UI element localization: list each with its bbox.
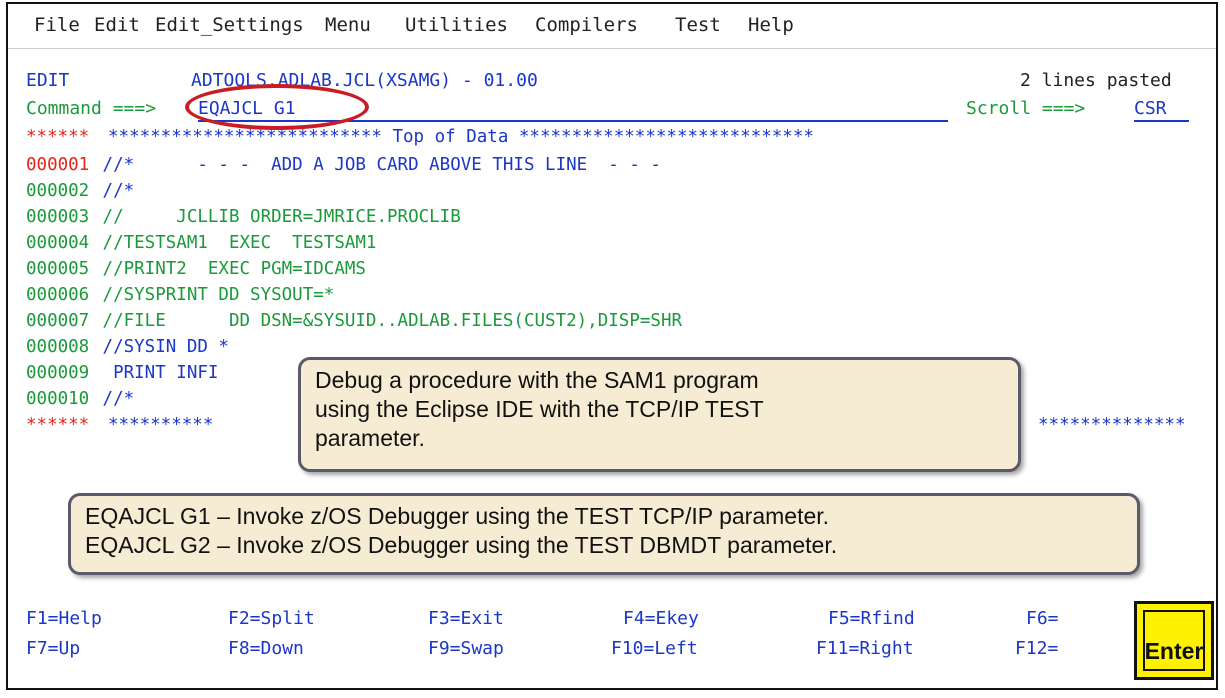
callout-debug-procedure: Debug a procedure with the SAM1 program … bbox=[298, 357, 1021, 472]
menu-menu[interactable]: Menu bbox=[325, 14, 371, 36]
menu-edit-settings[interactable]: Edit_Settings bbox=[155, 14, 304, 36]
source-line: 000003 // JCLLIB ORDER=JMRICE.PROCLIB bbox=[8, 207, 1216, 229]
top-of-data-banner: ************************** Top of Data *… bbox=[108, 127, 814, 147]
line-number[interactable]: 000005 bbox=[26, 259, 89, 279]
fkey-f6[interactable]: F6= bbox=[1026, 608, 1059, 629]
fkey-f8-down[interactable]: F8=Down bbox=[228, 638, 304, 659]
fkey-f10-left[interactable]: F10=Left bbox=[611, 638, 698, 659]
line-number[interactable]: 000001 bbox=[26, 155, 89, 175]
line-number[interactable]: 000010 bbox=[26, 389, 89, 409]
menu-test[interactable]: Test bbox=[675, 14, 721, 36]
fkey-f1-help[interactable]: F1=Help bbox=[26, 608, 102, 629]
menu-bar: File Edit Edit_Settings Menu Utilities C… bbox=[8, 4, 1216, 42]
line-number[interactable]: 000009 bbox=[26, 363, 89, 383]
callout-eqajcl-options: EQAJCL G1 – Invoke z/OS Debugger using t… bbox=[68, 493, 1140, 575]
fkey-f11-right[interactable]: F11=Right bbox=[816, 638, 914, 659]
fkey-f2-split[interactable]: F2=Split bbox=[228, 608, 315, 629]
line-text[interactable]: //SYSIN DD * bbox=[92, 337, 229, 357]
bottom-of-data-banner-right: ************** bbox=[1038, 415, 1186, 435]
enter-key-button[interactable]: Enter bbox=[1134, 601, 1214, 680]
line-text[interactable]: //FILE DD DSN=&SYSUID..ADLAB.FILES(CUST2… bbox=[92, 311, 682, 331]
callout-line: Debug a procedure with the SAM1 program bbox=[315, 367, 759, 393]
source-line: 000008 //SYSIN DD * bbox=[8, 337, 1216, 359]
source-line: 000006 //SYSPRINT DD SYSOUT=* bbox=[8, 285, 1216, 307]
line-text[interactable]: //* bbox=[92, 181, 135, 201]
line-text[interactable]: //* bbox=[92, 389, 135, 409]
fkey-f9-swap[interactable]: F9=Swap bbox=[428, 638, 504, 659]
menu-edit[interactable]: Edit bbox=[94, 14, 140, 36]
top-of-data-prefix: ****** bbox=[26, 127, 90, 147]
callout-line: parameter. bbox=[315, 424, 425, 451]
edit-mode-label: EDIT bbox=[26, 70, 70, 91]
line-text[interactable]: //PRINT2 EXEC PGM=IDCAMS bbox=[92, 259, 366, 279]
status-message: 2 lines pasted bbox=[1020, 70, 1172, 91]
bottom-of-data-banner-left: ********** bbox=[108, 415, 214, 435]
menu-utilities[interactable]: Utilities bbox=[405, 14, 508, 36]
ispf-editor-window: File Edit Edit_Settings Menu Utilities C… bbox=[6, 2, 1218, 690]
line-number[interactable]: 000008 bbox=[26, 337, 89, 357]
menu-compilers[interactable]: Compilers bbox=[535, 14, 638, 36]
line-text[interactable]: PRINT INFI bbox=[92, 363, 218, 383]
command-label: Command ===> bbox=[26, 98, 157, 119]
fkey-f7-up[interactable]: F7=Up bbox=[26, 638, 80, 659]
fkey-f4-ekey[interactable]: F4=Ekey bbox=[623, 608, 699, 629]
callout-line: using the Eclipse IDE with the TCP/IP TE… bbox=[315, 395, 764, 422]
fkey-f3-exit[interactable]: F3=Exit bbox=[428, 608, 504, 629]
line-number[interactable]: 000007 bbox=[26, 311, 89, 331]
scroll-label: Scroll ===> bbox=[966, 98, 1086, 119]
callout-line: EQAJCL G2 – Invoke z/OS Debugger using t… bbox=[85, 531, 838, 558]
line-number[interactable]: 000004 bbox=[26, 233, 89, 253]
fkey-f5-rfind[interactable]: F5=Rfind bbox=[828, 608, 915, 629]
line-text[interactable]: //SYSPRINT DD SYSOUT=* bbox=[92, 285, 335, 305]
line-text[interactable]: //TESTSAM1 EXEC TESTSAM1 bbox=[92, 233, 377, 253]
menu-file[interactable]: File bbox=[34, 14, 80, 36]
source-line: 000007 //FILE DD DSN=&SYSUID..ADLAB.FILE… bbox=[8, 311, 1216, 333]
source-line: 000001 //* - - - ADD A JOB CARD ABOVE TH… bbox=[8, 155, 1216, 177]
bottom-of-data-prefix: ****** bbox=[26, 415, 90, 435]
line-text[interactable]: //* - - - ADD A JOB CARD ABOVE THIS LINE… bbox=[92, 155, 661, 175]
line-number[interactable]: 000006 bbox=[26, 285, 89, 305]
line-text[interactable]: // JCLLIB ORDER=JMRICE.PROCLIB bbox=[92, 207, 461, 227]
source-line: 000005 //PRINT2 EXEC PGM=IDCAMS bbox=[8, 259, 1216, 281]
command-input[interactable] bbox=[198, 96, 948, 122]
scroll-input[interactable] bbox=[1134, 96, 1189, 122]
line-number[interactable]: 000003 bbox=[26, 207, 89, 227]
callout-line: EQAJCL G1 – Invoke z/OS Debugger using t… bbox=[85, 503, 830, 529]
source-line: 000002 //* bbox=[8, 181, 1216, 203]
dataset-name: ADTOOLS.ADLAB.JCL(XSAMG) - 01.00 bbox=[191, 70, 538, 91]
menu-help[interactable]: Help bbox=[748, 14, 794, 36]
menu-separator bbox=[8, 48, 1216, 49]
line-number[interactable]: 000002 bbox=[26, 181, 89, 201]
fkey-f12[interactable]: F12= bbox=[1015, 638, 1058, 659]
source-line: 000004 //TESTSAM1 EXEC TESTSAM1 bbox=[8, 233, 1216, 255]
